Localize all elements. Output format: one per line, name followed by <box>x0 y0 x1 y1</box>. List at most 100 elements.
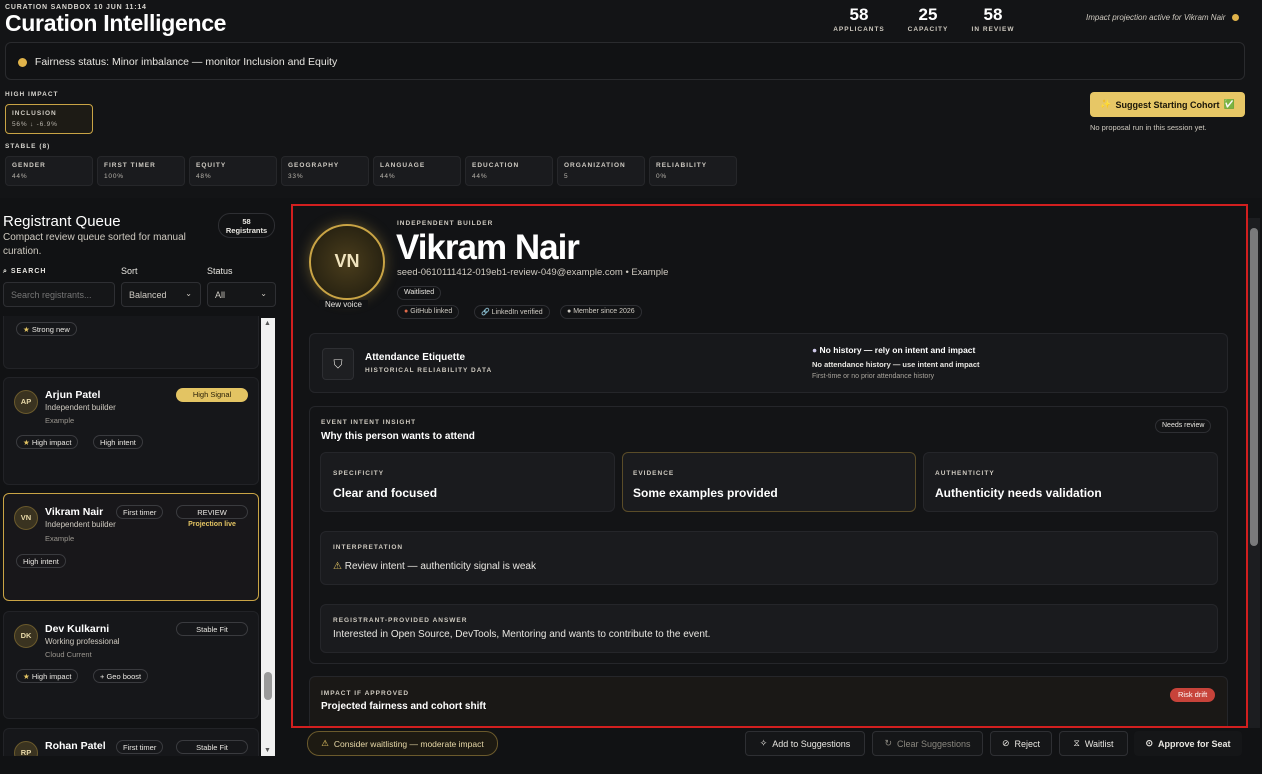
fairness-text: Fairness status: Minor imbalance — monit… <box>34 56 338 68</box>
review-badge: REVIEW <box>176 505 248 519</box>
attendance-panel: ⛉ Attendance Etiquette HISTORICAL RELIAB… <box>309 333 1228 393</box>
card-value: Clear and focused <box>333 486 438 500</box>
dimension-chip-first-timer[interactable]: FIRST TIMER 100% <box>97 156 185 186</box>
list-item[interactable]: ★ Strong new <box>3 316 259 369</box>
sort-select[interactable]: Balanced ⌄ <box>121 282 201 307</box>
dimension-name: FIRST TIMER <box>104 162 156 169</box>
check-icon: ✅ <box>1223 99 1235 109</box>
scroll-up-icon[interactable]: ▲ <box>264 320 271 327</box>
intent-label: EVENT INTENT INSIGHT <box>321 419 417 426</box>
dimension-value: 44% <box>12 173 28 180</box>
github-label: GitHub linked <box>410 308 453 315</box>
needs-review-badge: Needs review <box>1155 419 1212 433</box>
dimension-chip-reliability[interactable]: RELIABILITY 0% <box>649 156 737 186</box>
status-value: All <box>215 290 226 300</box>
dimension-value: 0% <box>656 173 667 180</box>
dimension-chip-language[interactable]: LANGUAGE 44% <box>373 156 461 186</box>
profile-avatar: VN <box>309 224 385 300</box>
interpretation-text: ⚠ Review intent — authenticity signal is… <box>333 561 536 572</box>
status-pill: Waitlisted <box>397 286 442 300</box>
dimension-value: 48% <box>196 173 212 180</box>
registrant-detail-panel: VN New voice INDEPENDENT BUILDER Vikram … <box>291 204 1248 728</box>
waitlist-label: Waitlist <box>1084 738 1114 749</box>
list-item-selected[interactable]: VN Vikram Nair First timer Independent b… <box>3 493 259 601</box>
status-select[interactable]: All ⌄ <box>207 282 276 307</box>
registrant-org: Example <box>45 534 75 543</box>
warning-icon: ⚠ <box>333 561 342 572</box>
list-item[interactable]: RP Rohan Patel First timer Stable Fit <box>3 728 259 756</box>
tag-label: High impact <box>31 672 72 681</box>
registrant-role: Independent builder <box>45 403 116 412</box>
intent-panel: EVENT INTENT INSIGHT Why this person wan… <box>309 406 1228 664</box>
page-title: Curation Intelligence <box>5 10 227 36</box>
scroll-down-icon[interactable]: ▼ <box>264 747 271 754</box>
suggest-cohort-button[interactable]: ✨ Suggest Starting Cohort ✅ <box>1090 92 1245 117</box>
ban-icon: ⊘ <box>1001 738 1010 748</box>
github-pill[interactable]: ● GitHub linked <box>397 305 460 319</box>
dimension-name: ORGANIZATION <box>564 162 626 169</box>
avatar: AP <box>14 390 38 414</box>
stat-label: CAPACITY <box>907 26 949 33</box>
reject-button[interactable]: ⊘ Reject <box>990 731 1052 756</box>
avatar: VN <box>14 506 38 530</box>
stat-capacity: 25 CAPACITY <box>893 5 963 33</box>
warning-icon: ⚠ <box>321 738 329 748</box>
member-since-label: Member since 2026 <box>573 308 635 315</box>
attendance-line3: First-time or no prior attendance histor… <box>812 373 935 380</box>
approve-button[interactable]: ⊙ Approve for Seat <box>1134 731 1242 756</box>
sparkle-icon: ✨ <box>1100 99 1112 109</box>
projection-note-text: Impact projection active for Vikram Nair <box>1086 13 1226 22</box>
specificity-card: SPECIFICITY Clear and focused <box>320 452 615 512</box>
list-item[interactable]: AP Arjun Patel Independent builder Examp… <box>3 377 259 485</box>
registrant-name: Vikram Nair <box>45 506 104 518</box>
registrant-name: Arjun Patel <box>45 389 101 401</box>
star-icon: ★ <box>23 672 30 681</box>
dimension-chip-geography[interactable]: GEOGRAPHY 33% <box>281 156 369 186</box>
fairness-dot-icon <box>18 57 27 67</box>
detail-scrollbar-thumb[interactable] <box>1250 228 1258 546</box>
dimension-chip-inclusion[interactable]: INCLUSION 56% ↓ -6.9% <box>5 104 93 134</box>
impact-panel: IMPACT IF APPROVED Projected fairness an… <box>309 676 1228 726</box>
tag: ★ High impact <box>16 669 79 683</box>
dimension-value: 5 <box>564 173 569 180</box>
search-label-text: SEARCH <box>10 268 47 275</box>
waitlist-warning-text: Consider waitlisting — moderate impact <box>333 738 484 749</box>
waitlist-button[interactable]: ⧖ Waitlist <box>1059 731 1128 756</box>
avatar: DK <box>14 624 38 648</box>
sort-value: Balanced <box>129 290 167 300</box>
dimension-name: GENDER <box>12 162 46 169</box>
add-to-suggestions-button[interactable]: ✧ Add to Suggestions <box>745 731 865 756</box>
list-item[interactable]: DK Dev Kulkarni Working professional Clo… <box>3 611 259 719</box>
attendance-headline: ● No history — rely on intent and impact <box>812 345 975 355</box>
clear-suggestions-button[interactable]: ↻ Clear Suggestions <box>872 731 983 756</box>
clear-suggestions-label: Clear Suggestions <box>897 738 971 749</box>
attendance-line2: No attendance history — use intent and i… <box>812 360 980 369</box>
avatar: RP <box>14 741 38 756</box>
dimension-chip-education[interactable]: EDUCATION 44% <box>465 156 553 186</box>
tag: ★ High impact <box>16 435 79 449</box>
search-input[interactable] <box>4 283 114 306</box>
shield-icon: ⛉ <box>322 348 354 380</box>
clock-icon: ● <box>567 308 572 315</box>
stat-value: 58 <box>983 5 1003 24</box>
dimension-chip-gender[interactable]: GENDER 44% <box>5 156 93 186</box>
approve-label: Approve for Seat <box>1158 738 1231 749</box>
linkedin-pill[interactable]: 🔗 LinkedIn verified <box>474 305 550 319</box>
dimension-chip-equity[interactable]: EQUITY 48% <box>189 156 277 186</box>
interpretation-value: Review intent — authenticity signal is w… <box>344 561 536 572</box>
search-input-wrap[interactable] <box>3 282 115 307</box>
star-icon: ★ <box>23 325 30 334</box>
queue-scrollbar-thumb[interactable] <box>264 672 272 700</box>
card-value: Authenticity needs validation <box>935 486 1102 500</box>
suggest-note: No proposal run in this session yet. <box>1090 123 1207 132</box>
dashboard-header: CURATION SANDBOX 10 JUN 11:14 Curation I… <box>0 0 1262 198</box>
member-since-pill: ● Member since 2026 <box>560 305 642 319</box>
answer-text: Interested in Open Source, DevTools, Men… <box>333 629 711 640</box>
impact-label: IMPACT IF APPROVED <box>321 690 410 697</box>
answer-label: REGISTRANT-PROVIDED ANSWER <box>333 617 468 624</box>
first-timer-tag: First timer <box>116 740 164 754</box>
dimension-chip-organization[interactable]: ORGANIZATION 5 <box>557 156 645 186</box>
waitlist-warning: ⚠ Consider waitlisting — moderate impact <box>307 731 498 756</box>
registrant-org: Example <box>45 416 75 425</box>
dimension-value: 44% <box>380 173 396 180</box>
